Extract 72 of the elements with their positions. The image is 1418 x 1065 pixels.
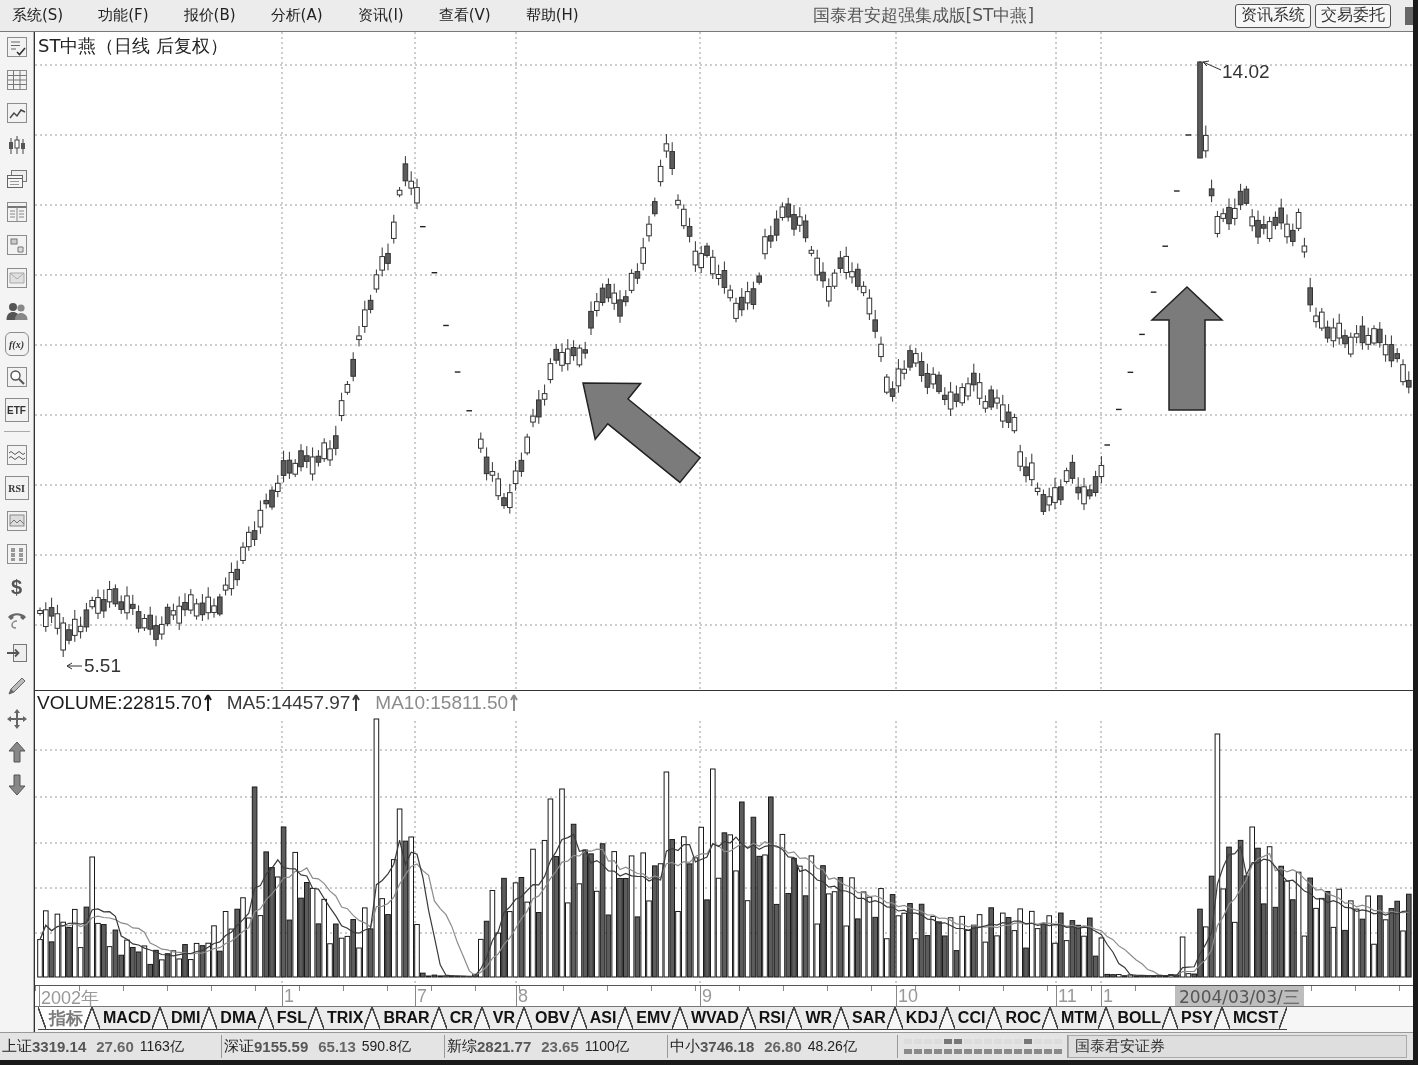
indicator-tab[interactable]: KDJ	[894, 1007, 947, 1030]
indicator-tab[interactable]: WR	[794, 1007, 842, 1030]
indicator-tab[interactable]: PSY	[1169, 1007, 1222, 1030]
menu-item[interactable]: 查看(V)	[436, 6, 493, 25]
indicator-tab[interactable]: RSI	[747, 1007, 795, 1030]
grid-icon[interactable]	[4, 542, 29, 566]
indicator-tab[interactable]: DMA	[209, 1007, 266, 1030]
toolbar-text-button[interactable]: RSI	[4, 476, 29, 500]
header-button[interactable]: 交易委托	[1315, 3, 1391, 28]
bar-meter-icon	[903, 1036, 1062, 1057]
index-value: 3319.14	[32, 1038, 87, 1055]
chart-title: ST中燕（日线 后复权）	[38, 34, 229, 58]
document-icon[interactable]	[4, 233, 29, 257]
indicator-tab[interactable]: CR	[438, 1007, 482, 1030]
index-change: 23.65	[541, 1038, 579, 1055]
index-value: 2821.77	[477, 1038, 532, 1055]
header-button[interactable]: 资讯系统	[1235, 3, 1311, 28]
menu-item[interactable]: 报价(B)	[181, 6, 238, 25]
indicator-tab[interactable]: WVAD	[680, 1007, 748, 1030]
index-name: 中小	[670, 1037, 700, 1056]
high-price-label: 14.02	[1222, 61, 1270, 83]
sign-in-icon[interactable]	[4, 641, 29, 665]
indicator-tab[interactable]: 指标	[38, 1007, 92, 1030]
table-icon[interactable]	[4, 68, 29, 92]
index-name: 新综	[447, 1037, 477, 1056]
turnover-amount: 1100亿	[584, 1037, 629, 1056]
index-change: 26.80	[764, 1038, 802, 1055]
indicator-tab[interactable]: ASI	[578, 1007, 626, 1030]
indicator-tab[interactable]: DMI	[160, 1007, 210, 1030]
turnover-amount: 1163亿	[139, 1037, 184, 1056]
toolbar-text-button[interactable]: $	[4, 575, 29, 599]
index-change: 27.60	[96, 1038, 134, 1055]
indicator-tab[interactable]: MCST	[1221, 1007, 1288, 1030]
indicator-tab[interactable]: BRAR	[372, 1007, 439, 1030]
indicator-tab[interactable]: VR	[481, 1007, 524, 1030]
menu-item[interactable]: 功能(F)	[96, 6, 151, 25]
line-chart-icon[interactable]	[4, 101, 29, 125]
index-name: 深证	[224, 1037, 254, 1056]
picture-icon[interactable]	[4, 509, 29, 533]
document-check-icon[interactable]	[4, 35, 29, 59]
envelope-icon[interactable]	[4, 266, 29, 290]
indicator-tab[interactable]: CCI	[946, 1007, 995, 1030]
indicator-tab[interactable]: OBV	[524, 1007, 579, 1030]
low-price-label: 5.51	[84, 655, 121, 677]
menu-item[interactable]: 系统(S)	[10, 6, 66, 25]
broker-name: 国泰君安证券	[1068, 1035, 1407, 1058]
indicator-tab[interactable]: SAR	[841, 1007, 895, 1030]
indicator-tab[interactable]: ROC	[994, 1007, 1050, 1030]
indicator-tab[interactable]: BOLL	[1106, 1007, 1170, 1030]
toolbar-text-button[interactable]: f(x)	[4, 332, 29, 356]
wave-icon[interactable]	[4, 443, 29, 467]
index-value: 9155.59	[254, 1038, 309, 1055]
indicator-tab[interactable]: TRIX	[316, 1007, 373, 1030]
turnover-amount: 48.26亿	[807, 1037, 857, 1056]
index-value: 3746.18	[700, 1038, 755, 1055]
turnover-amount: 590.8亿	[361, 1037, 411, 1056]
menu-item[interactable]: 帮助(H)	[523, 6, 581, 25]
indicator-tab[interactable]: MTM	[1049, 1007, 1107, 1030]
menu-item[interactable]: 分析(A)	[268, 6, 325, 25]
window-title: 国泰君安超强集成版[ST中燕]	[812, 4, 1035, 27]
index-name: 上证	[2, 1037, 32, 1056]
index-change: 65.13	[318, 1038, 356, 1055]
cursor-date-label: 2004/03/03/三	[1175, 986, 1304, 1006]
search-icon[interactable]	[4, 365, 29, 389]
indicator-tab[interactable]: EMV	[625, 1007, 680, 1030]
toolbar-text-button[interactable]: ETF	[4, 398, 29, 422]
columns-icon[interactable]	[4, 200, 29, 224]
menu-item[interactable]: 资讯(I)	[355, 6, 406, 25]
square-icon	[1405, 6, 1413, 25]
indicator-tab[interactable]: MACD	[92, 1007, 160, 1030]
windows-icon[interactable]	[4, 167, 29, 191]
indicator-tab[interactable]: FSL	[265, 1007, 316, 1030]
